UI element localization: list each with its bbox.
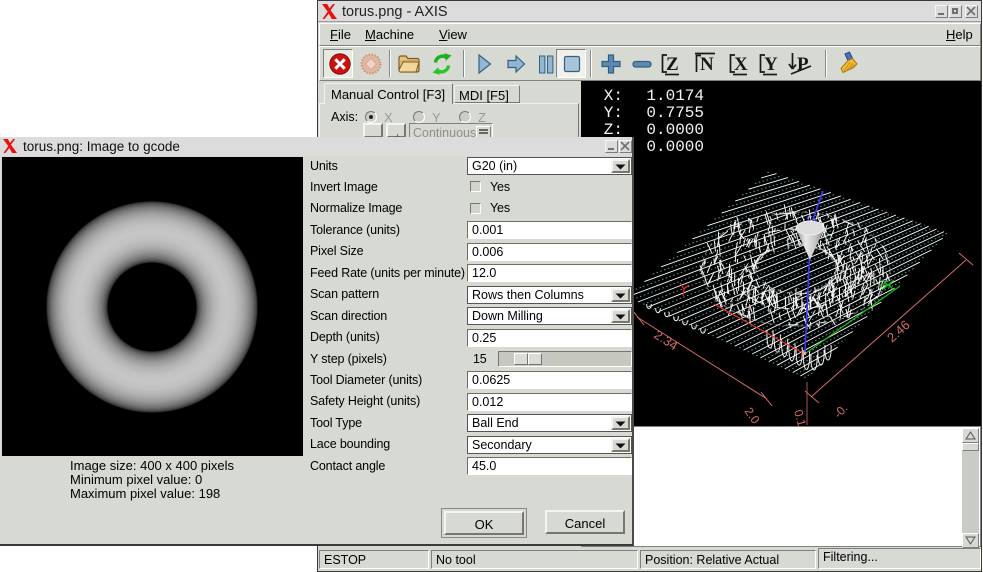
svg-text:-0.: -0. (831, 401, 851, 421)
svg-text:2.0: 2.0 (742, 405, 763, 426)
svg-text:2.34: 2.34 (651, 327, 680, 353)
svg-text:Y: Y (764, 54, 778, 75)
svg-text:P: P (797, 54, 809, 75)
svg-text:2.46: 2.46 (884, 317, 913, 345)
svg-text:0.1: 0.1 (791, 408, 809, 426)
svg-text:X: X (734, 54, 748, 75)
svg-text:Z: Z (666, 54, 679, 75)
svg-text:N: N (700, 54, 714, 75)
